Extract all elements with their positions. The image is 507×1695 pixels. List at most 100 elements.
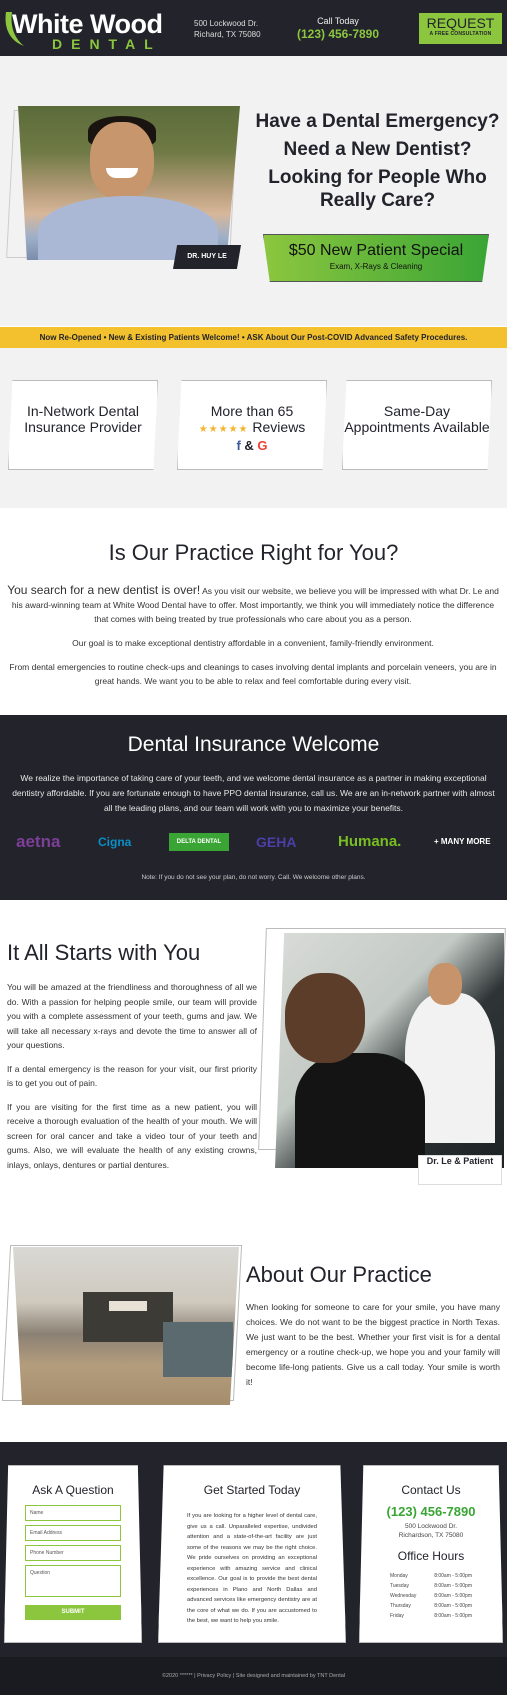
- insurance-logos: aetna Cigna DELTA DENTAL GEHA Humana. + …: [0, 833, 507, 851]
- insurance-note: Note: If you do not see your plan, do no…: [141, 874, 366, 881]
- new-patient-special-button[interactable]: $50 New Patient Special Exam, X-Rays & C…: [263, 234, 489, 282]
- get-started-heading: Get Started Today: [203, 1483, 301, 1497]
- google-icon[interactable]: G: [257, 438, 267, 453]
- doctor-name-tag: DR. HUY LE: [173, 245, 241, 269]
- swy-p2: If a dental emergency is the reason for …: [7, 1063, 257, 1089]
- hero-headline: Have a Dental Emergency? Need a New Dent…: [255, 110, 500, 217]
- delta-dental-logo: DELTA DENTAL: [169, 833, 229, 851]
- practice-right-body: You search for a new dentist is over! As…: [4, 583, 502, 698]
- humana-logo: Humana.: [338, 833, 402, 850]
- swy-p3: If you are visiting for the first time a…: [7, 1101, 257, 1170]
- geha-logo: GEHA: [256, 834, 297, 850]
- logo-subwordmark[interactable]: DENTAL: [52, 36, 162, 52]
- contact-panel: Contact Us (123) 456-7890 500 Lockwood D…: [359, 1465, 503, 1643]
- hours-row: Monday 8:00am - 5:00pm: [390, 1571, 472, 1581]
- photo-wall: [83, 1292, 173, 1342]
- swy-p1: You will be amazed at the friendliness a…: [7, 982, 257, 1050]
- rfy-lead: You search for a new dentist is over!: [7, 583, 201, 597]
- office-photo: [13, 1247, 239, 1405]
- request-sub-label: A FREE CONSULTATION: [429, 31, 492, 37]
- photo-caption: Dr. Le & Patient: [418, 1155, 502, 1185]
- insurance-heading: Dental Insurance Welcome: [127, 733, 380, 756]
- badge-reviews[interactable]: More than 65 ★★★★★ Reviews f & G: [177, 380, 327, 470]
- headline-3: Looking for People Who Really Care?: [268, 167, 487, 211]
- photo-patient-body: [295, 1053, 425, 1168]
- ask-heading: Ask A Question: [32, 1483, 114, 1497]
- contact-phone-link[interactable]: (123) 456-7890: [360, 1504, 502, 1519]
- aetna-logo: aetna: [16, 832, 61, 851]
- request-consultation-button[interactable]: REQUEST A FREE CONSULTATION: [419, 13, 502, 44]
- reviews-word: Reviews: [252, 419, 306, 435]
- starts-with-you-body: You will be amazed at the friendliness a…: [7, 980, 257, 1181]
- many-more-link[interactable]: + MANY MORE: [434, 833, 491, 851]
- copyright-bar: ©2020 ****** | Privacy Policy | Site des…: [0, 1657, 507, 1695]
- badge-insurance-text: In-Network Dental Insurance Provider: [24, 403, 142, 435]
- name-field[interactable]: Name: [25, 1505, 121, 1521]
- rfy-p2: Our goal is to make exceptional dentistr…: [72, 638, 434, 648]
- photo-desk: [163, 1322, 233, 1377]
- ampersand: &: [244, 438, 254, 453]
- email-field[interactable]: Email Address: [25, 1525, 121, 1541]
- hours-day: Thursday: [390, 1603, 411, 1609]
- facebook-icon[interactable]: f: [236, 438, 240, 453]
- phone-field[interactable]: Phone Number: [25, 1545, 121, 1561]
- practice-right-heading: Is Our Practice Right for You?: [108, 540, 399, 565]
- ask-question-panel: Ask A Question Name Email Address Phone …: [4, 1465, 142, 1643]
- header-phone-link[interactable]: (123) 456-7890: [296, 27, 380, 41]
- header-address: 500 Lockwood Dr. Richard, TX 75080: [194, 18, 261, 40]
- hours-time: 8:00am - 5:00pm: [434, 1593, 472, 1599]
- headline-1: Have a Dental Emergency?: [255, 111, 500, 132]
- contact-heading: Contact Us: [401, 1483, 461, 1497]
- photo-face: [90, 122, 154, 200]
- hours-day: Monday: [390, 1573, 408, 1579]
- get-started-panel: Get Started Today If you are looking for…: [158, 1465, 346, 1643]
- hours-row: Wednesday 8:00am - 5:00pm: [390, 1591, 472, 1601]
- badge-reviews-count: More than 65: [210, 403, 294, 419]
- hours-day: Tuesday: [390, 1583, 409, 1589]
- rfy-p3: From dental emergencies to routine check…: [9, 662, 497, 686]
- starts-with-you-heading: It All Starts with You: [7, 940, 201, 965]
- contact-address: 500 Lockwood Dr. Richardson, TX 75080: [360, 1522, 502, 1540]
- about-body: When looking for someone to care for you…: [246, 1302, 500, 1387]
- badge-same-day-text: Same-Day Appointments Available: [344, 403, 490, 435]
- question-field[interactable]: Question: [25, 1565, 121, 1597]
- announcement-ribbon: Now Re-Opened • New & Existing Patients …: [0, 327, 507, 348]
- hours-row: Friday 8:00am - 5:00pm: [390, 1611, 472, 1621]
- hours-row: Tuesday 8:00am - 5:00pm: [390, 1581, 472, 1591]
- doctor-patient-photo: [275, 933, 504, 1168]
- hours-time: 8:00am - 5:00pm: [434, 1603, 472, 1609]
- star-rating-icon: ★★★★★: [198, 424, 249, 435]
- photo-doctor-face: [428, 963, 462, 1005]
- address-line-2: Richard, TX 75080: [194, 30, 261, 39]
- request-label: REQUEST: [426, 15, 495, 31]
- special-sub: Exam, X-Rays & Cleaning: [329, 262, 423, 271]
- hours-time: 8:00am - 5:00pm: [434, 1583, 472, 1589]
- photo-patient-head: [285, 973, 365, 1063]
- call-label: Call Today: [317, 16, 359, 26]
- hours-time: 8:00am - 5:00pm: [434, 1573, 472, 1579]
- submit-button[interactable]: SUBMIT: [25, 1605, 121, 1620]
- contact-addr-1: 500 Lockwood Dr.: [404, 1523, 458, 1530]
- hours-row: Thursday 8:00am - 5:00pm: [390, 1601, 472, 1611]
- hours-heading: Office Hours: [397, 1549, 465, 1563]
- special-title: $50 New Patient Special: [288, 242, 464, 259]
- site-header: White Wood DENTAL 500 Lockwood Dr. Richa…: [0, 0, 507, 56]
- photo-smile: [106, 168, 138, 178]
- badge-insurance: In-Network Dental Insurance Provider: [8, 380, 158, 470]
- photo-sign: [109, 1301, 147, 1311]
- badge-same-day: Same-Day Appointments Available: [342, 380, 492, 470]
- cigna-logo: Cigna: [98, 835, 132, 849]
- hours-time: 8:00am - 5:00pm: [434, 1613, 472, 1619]
- about-heading: About Our Practice: [246, 1262, 432, 1287]
- header-call: Call Today (123) 456-7890: [296, 16, 380, 41]
- page: { "header": { "logo_top": "White Wood", …: [0, 0, 507, 1695]
- address-line-1: 500 Lockwood Dr.: [194, 19, 259, 28]
- insurance-body: We realize the importance of taking care…: [12, 773, 495, 813]
- get-started-body: If you are looking for a higher level of…: [187, 1513, 317, 1624]
- hours-table: Monday 8:00am - 5:00pm Tuesday 8:00am - 5:…: [390, 1571, 472, 1621]
- doctor-photo: [18, 106, 240, 260]
- hours-day: Friday: [390, 1613, 404, 1619]
- contact-addr-2: Richardson, TX 75080: [398, 1532, 464, 1539]
- hours-day: Wednesday: [390, 1593, 417, 1599]
- headline-2: Need a New Dentist?: [283, 139, 472, 160]
